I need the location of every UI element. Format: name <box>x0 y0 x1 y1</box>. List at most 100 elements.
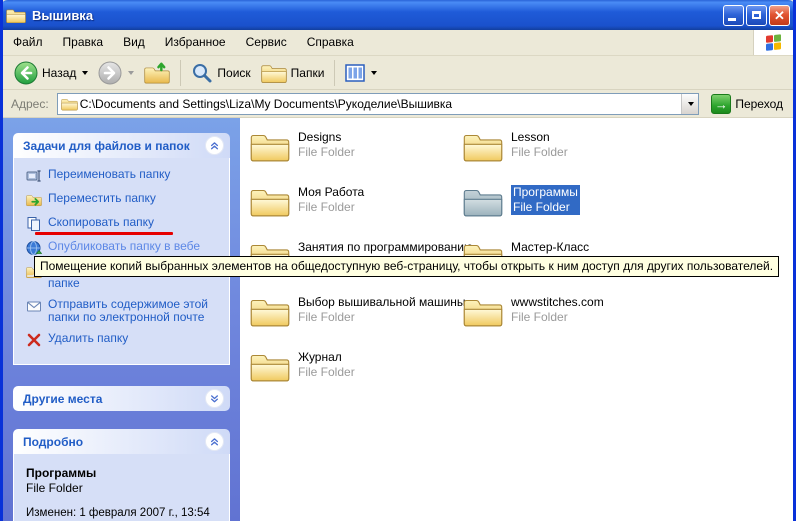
menu-view[interactable]: Вид <box>113 30 155 55</box>
move-icon <box>26 192 42 208</box>
address-dropdown-button[interactable] <box>681 94 698 114</box>
annotation-underline <box>35 232 173 235</box>
tasks-panel-title: Задачи для файлов и папок <box>23 139 205 153</box>
collapse-button[interactable] <box>205 136 224 155</box>
details-title: Подробно <box>23 435 205 449</box>
collapse-button[interactable] <box>205 432 224 451</box>
task-move-folder[interactable]: Переместить папку <box>26 192 223 208</box>
details-modified: Изменен: 1 февраля 2007 г., 13:54 <box>26 507 223 519</box>
toolbar-separator <box>180 60 181 86</box>
minimize-icon <box>728 18 736 21</box>
content-area: Задачи для файлов и папок <box>3 118 793 521</box>
minimize-button[interactable] <box>723 5 744 26</box>
folder-type: File Folder <box>298 310 466 325</box>
folder-up-icon <box>144 61 170 85</box>
maximize-icon <box>752 11 761 19</box>
folder-icon <box>250 130 290 163</box>
details-body: Программы File Folder Изменен: 1 февраля… <box>13 454 230 521</box>
chevron-down-icon <box>208 392 221 405</box>
window-folder-icon <box>6 7 26 24</box>
address-dropdown-icon <box>688 102 694 106</box>
folder-icon <box>250 295 290 328</box>
rename-icon <box>26 168 42 184</box>
folder-tile[interactable]: Designs File Folder <box>250 130 463 185</box>
task-rename-folder[interactable]: Переименовать папку <box>26 168 223 184</box>
close-icon: ✕ <box>774 9 785 22</box>
folder-icon <box>250 350 290 383</box>
go-label: Переход <box>735 97 783 111</box>
address-label: Адрес: <box>11 97 49 111</box>
folder-name: wwwstitches.com <box>511 295 604 310</box>
folder-tile[interactable]: Lesson File Folder <box>463 130 793 185</box>
address-input[interactable] <box>78 95 682 113</box>
task-label: Скопировать папку <box>48 216 154 229</box>
search-button[interactable]: Поиск <box>186 60 255 86</box>
details-header[interactable]: Подробно <box>13 429 230 454</box>
other-places-panel: Другие места <box>13 386 230 411</box>
task-email-folder[interactable]: Отправить содержимое этой папки по элект… <box>26 298 223 324</box>
folder-type: File Folder <box>298 200 364 215</box>
maximize-button[interactable] <box>746 5 767 26</box>
folder-name: Lesson <box>511 130 568 145</box>
toolbar-separator <box>334 60 335 86</box>
folder-icon <box>463 185 503 218</box>
folder-name: Выбор вышивальной машины <box>298 295 466 310</box>
file-list-area: Designs File Folder Моя Работа File Fold… <box>240 118 793 521</box>
folder-type: File Folder <box>298 145 355 160</box>
menu-file[interactable]: Файл <box>3 30 53 55</box>
other-places-title: Другие места <box>23 392 205 406</box>
folder-type: File Folder <box>511 200 580 215</box>
task-label: Опубликовать папку в вебе <box>48 240 200 253</box>
forward-icon <box>98 61 122 85</box>
search-label: Поиск <box>217 66 250 80</box>
task-copy-folder[interactable]: Скопировать папку <box>26 216 223 232</box>
tasks-panel-header[interactable]: Задачи для файлов и папок <box>13 133 230 158</box>
up-button[interactable] <box>139 59 175 87</box>
views-icon <box>345 64 365 82</box>
menu-tools[interactable]: Сервис <box>236 30 297 55</box>
publish-web-icon <box>26 240 42 256</box>
folders-button[interactable]: Папки <box>256 60 330 86</box>
details-panel: Подробно Программы File Folder Изменен: … <box>13 429 230 521</box>
folder-tile-selected[interactable]: Программы File Folder <box>463 185 793 240</box>
menu-help[interactable]: Справка <box>297 30 364 55</box>
menu-favorites[interactable]: Избранное <box>155 30 236 55</box>
window-title: Вышивка <box>32 8 721 23</box>
menu-edit[interactable]: Правка <box>53 30 114 55</box>
task-label: Переименовать папку <box>48 168 170 181</box>
details-item-type: File Folder <box>26 481 223 495</box>
toolbar: Назад Поиск <box>3 56 793 90</box>
task-label: Отправить содержимое этой папки по элект… <box>48 298 223 324</box>
task-label: Удалить папку <box>48 332 128 345</box>
folder-name: Программы <box>511 185 580 200</box>
windows-logo-box <box>753 30 793 55</box>
task-delete-folder[interactable]: Удалить папку <box>26 332 223 348</box>
forward-button[interactable] <box>93 59 139 87</box>
folder-type: File Folder <box>511 310 604 325</box>
task-publish-folder-to-web[interactable]: Опубликовать папку в вебе <box>26 240 223 256</box>
folders-label: Папки <box>291 66 325 80</box>
back-icon <box>14 61 38 85</box>
folder-tile[interactable]: Моя Работа File Folder <box>250 185 463 240</box>
folder-tile[interactable]: Журнал File Folder <box>250 350 463 405</box>
tooltip: Помещение копий выбранных элементов на о… <box>34 256 779 277</box>
folder-icon <box>463 130 503 163</box>
go-button[interactable]: → Переход <box>705 93 789 115</box>
back-button[interactable]: Назад <box>9 59 93 87</box>
folder-name: Designs <box>298 130 355 145</box>
folder-name: Мастер-Класс <box>511 240 589 255</box>
views-button[interactable] <box>340 62 382 84</box>
other-places-header[interactable]: Другие места <box>13 386 230 411</box>
forward-dropdown-icon <box>128 71 134 75</box>
folder-tile[interactable]: wwwstitches.com File Folder <box>463 295 793 350</box>
chevron-up-icon <box>208 435 221 448</box>
folder-tile[interactable]: Выбор вышивальной машины File Folder <box>250 295 463 350</box>
chevron-up-icon <box>208 139 221 152</box>
title-bar: Вышивка ✕ <box>0 0 796 30</box>
folder-name: Моя Работа <box>298 185 364 200</box>
back-dropdown-icon <box>82 71 88 75</box>
close-button[interactable]: ✕ <box>769 5 790 26</box>
copy-icon <box>26 216 42 232</box>
address-combo <box>57 93 700 115</box>
expand-button[interactable] <box>205 389 224 408</box>
